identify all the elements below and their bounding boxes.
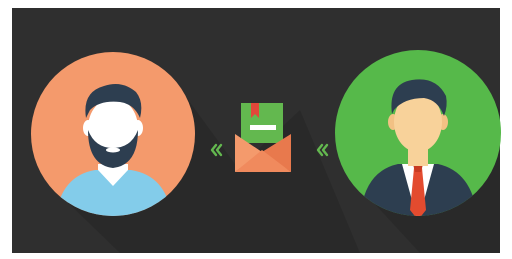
illustration-canvas — [0, 0, 512, 259]
envelope-letter — [241, 103, 283, 143]
envelope-label — [250, 125, 276, 130]
illustration-svg — [12, 8, 501, 253]
open-envelope-icon — [235, 103, 291, 172]
